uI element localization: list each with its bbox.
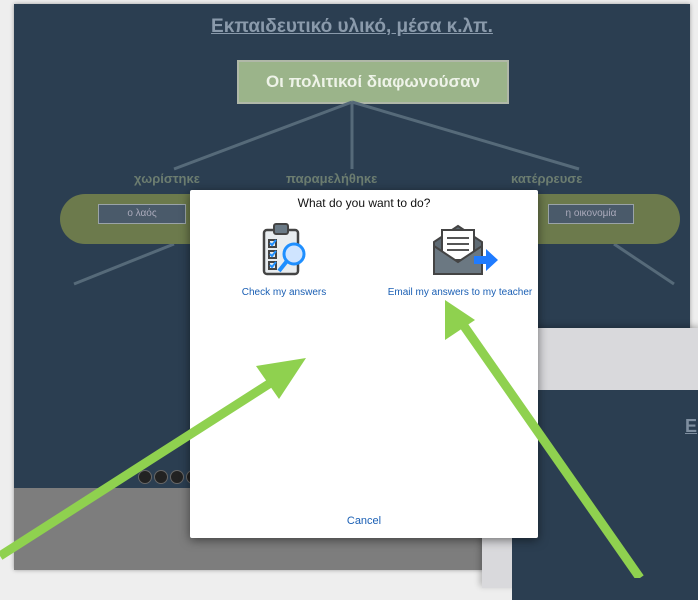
check-answers-option[interactable]: Check my answers bbox=[224, 218, 344, 298]
email-answers-label: Email my answers to my teacher bbox=[387, 287, 533, 298]
cancel-button[interactable]: Cancel bbox=[190, 515, 538, 527]
email-answers-option[interactable]: Email my answers to my teacher bbox=[376, 218, 544, 298]
second-screenshot-canvas bbox=[512, 390, 698, 600]
answer-field-1[interactable]: ο λαός bbox=[98, 204, 186, 224]
branch-label-2: παραμελήθηκε bbox=[286, 171, 378, 186]
cc-by-icon bbox=[154, 470, 168, 484]
branch-label-1: χωρίστηκε bbox=[134, 171, 200, 186]
branch-label-3: κατέρρευσε bbox=[511, 171, 583, 186]
cc-nc-icon bbox=[170, 470, 184, 484]
check-answers-label: Check my answers bbox=[241, 287, 327, 298]
dialog-title: What do you want to do? bbox=[297, 196, 431, 210]
clipboard-check-icon bbox=[262, 223, 306, 276]
envelope-send-icon bbox=[433, 224, 498, 275]
cc-icon bbox=[138, 470, 152, 484]
second-screenshot-title-fragment: Ε bbox=[685, 416, 698, 436]
answer-field-2[interactable]: η οικονομία bbox=[548, 204, 634, 224]
action-dialog: What do you want to do? Check my answers… bbox=[190, 190, 538, 538]
